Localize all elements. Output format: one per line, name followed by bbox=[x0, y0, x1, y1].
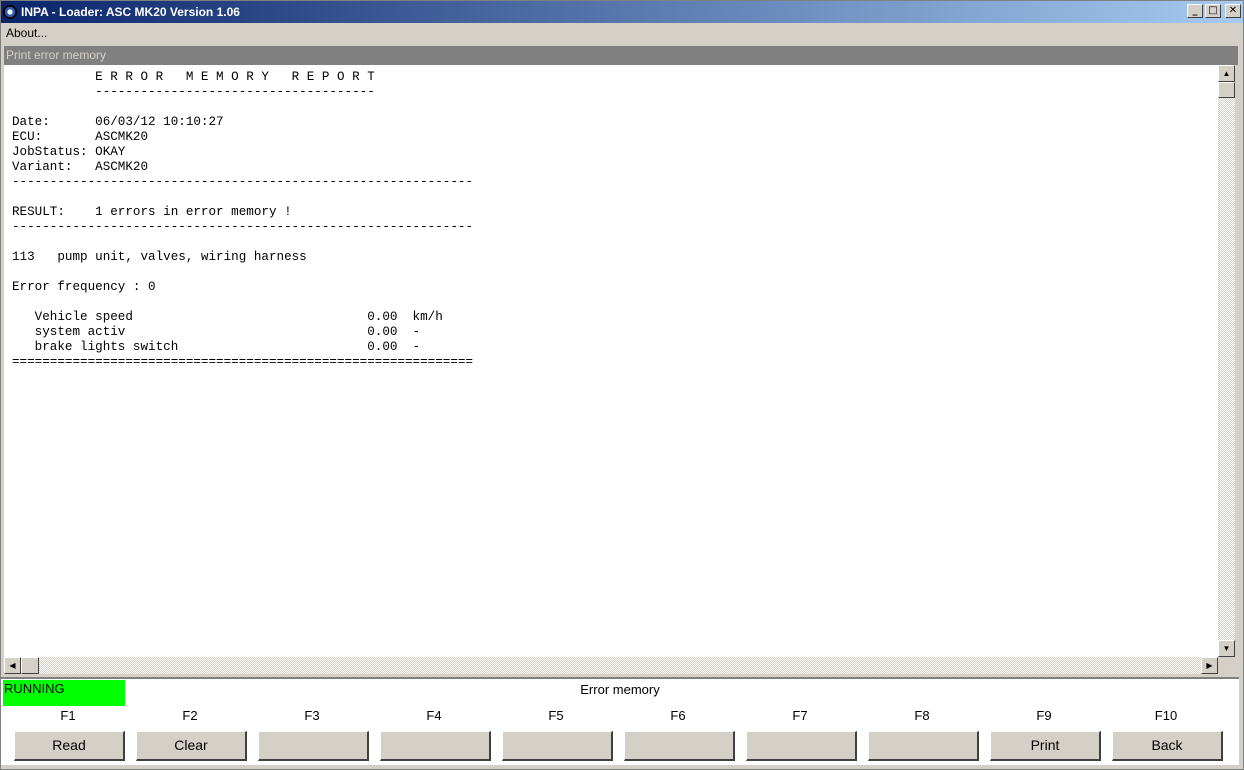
f2-clear-button[interactable]: Clear bbox=[136, 731, 247, 761]
function-key-labels: F1 F2 F3 F4 F5 F6 F7 F8 F9 F10 bbox=[9, 708, 1231, 726]
menu-about[interactable]: About... bbox=[5, 26, 48, 40]
vertical-scrollbar[interactable]: ▲ ▼ bbox=[1218, 65, 1235, 657]
fkey-label-f1: F1 bbox=[60, 708, 76, 723]
f8-button[interactable] bbox=[868, 731, 979, 761]
title-bar[interactable]: INPA - Loader: ASC MK20 Version 1.06 _ □… bbox=[1, 1, 1243, 23]
fkey-label-f7: F7 bbox=[792, 708, 808, 723]
inpa-window: INPA - Loader: ASC MK20 Version 1.06 _ □… bbox=[0, 0, 1244, 770]
f5-button[interactable] bbox=[502, 731, 613, 761]
scroll-down-button[interactable]: ▼ bbox=[1218, 640, 1235, 657]
f3-button[interactable] bbox=[258, 731, 369, 761]
menu-bar: About... bbox=[1, 23, 1243, 43]
fkey-label-f5: F5 bbox=[548, 708, 564, 723]
fkey-label-f4: F4 bbox=[426, 708, 442, 723]
close-button[interactable]: ✕ bbox=[1225, 4, 1241, 18]
scroll-left-button[interactable]: ◀ bbox=[4, 657, 21, 674]
scroll-right-button[interactable]: ▶ bbox=[1201, 657, 1218, 674]
f7-button[interactable] bbox=[746, 731, 857, 761]
f6-button[interactable] bbox=[624, 731, 735, 761]
fkey-label-f6: F6 bbox=[670, 708, 686, 723]
maximize-button[interactable]: □ bbox=[1205, 4, 1221, 18]
child-window-title: Print error memory bbox=[4, 46, 1238, 65]
function-key-buttons: Read Clear Print Back bbox=[1, 731, 1239, 761]
f4-button[interactable] bbox=[380, 731, 491, 761]
fkey-label-f9: F9 bbox=[1036, 708, 1052, 723]
report-area[interactable]: E R R O R M E M O R Y R E P O R T ------… bbox=[4, 65, 1218, 657]
f10-back-button[interactable]: Back bbox=[1112, 731, 1223, 761]
fkey-label-f2: F2 bbox=[182, 708, 198, 723]
scroll-up-button[interactable]: ▲ bbox=[1218, 65, 1235, 82]
bmw-logo-icon bbox=[3, 5, 17, 19]
window-title: INPA - Loader: ASC MK20 Version 1.06 bbox=[21, 5, 240, 19]
fkey-label-f8: F8 bbox=[914, 708, 930, 723]
horizontal-scrollbar[interactable]: ◀ ▶ bbox=[4, 657, 1218, 674]
function-panel: RUNNING Error memory F1 F2 F3 F4 F5 F6 F… bbox=[1, 677, 1239, 765]
horizontal-scroll-thumb[interactable] bbox=[21, 657, 39, 674]
error-memory-report: E R R O R M E M O R Y R E P O R T ------… bbox=[12, 70, 474, 369]
fkey-label-f10: F10 bbox=[1154, 708, 1178, 723]
vertical-scroll-thumb[interactable] bbox=[1218, 82, 1235, 98]
scrollbar-corner bbox=[1218, 657, 1235, 674]
f9-print-button[interactable]: Print bbox=[990, 731, 1101, 761]
fkey-label-f3: F3 bbox=[304, 708, 320, 723]
screen-title: Error memory bbox=[580, 682, 660, 697]
window-controls: _ □ ✕ bbox=[1187, 4, 1241, 18]
f1-read-button[interactable]: Read bbox=[14, 731, 125, 761]
minimize-button[interactable]: _ bbox=[1187, 4, 1203, 18]
